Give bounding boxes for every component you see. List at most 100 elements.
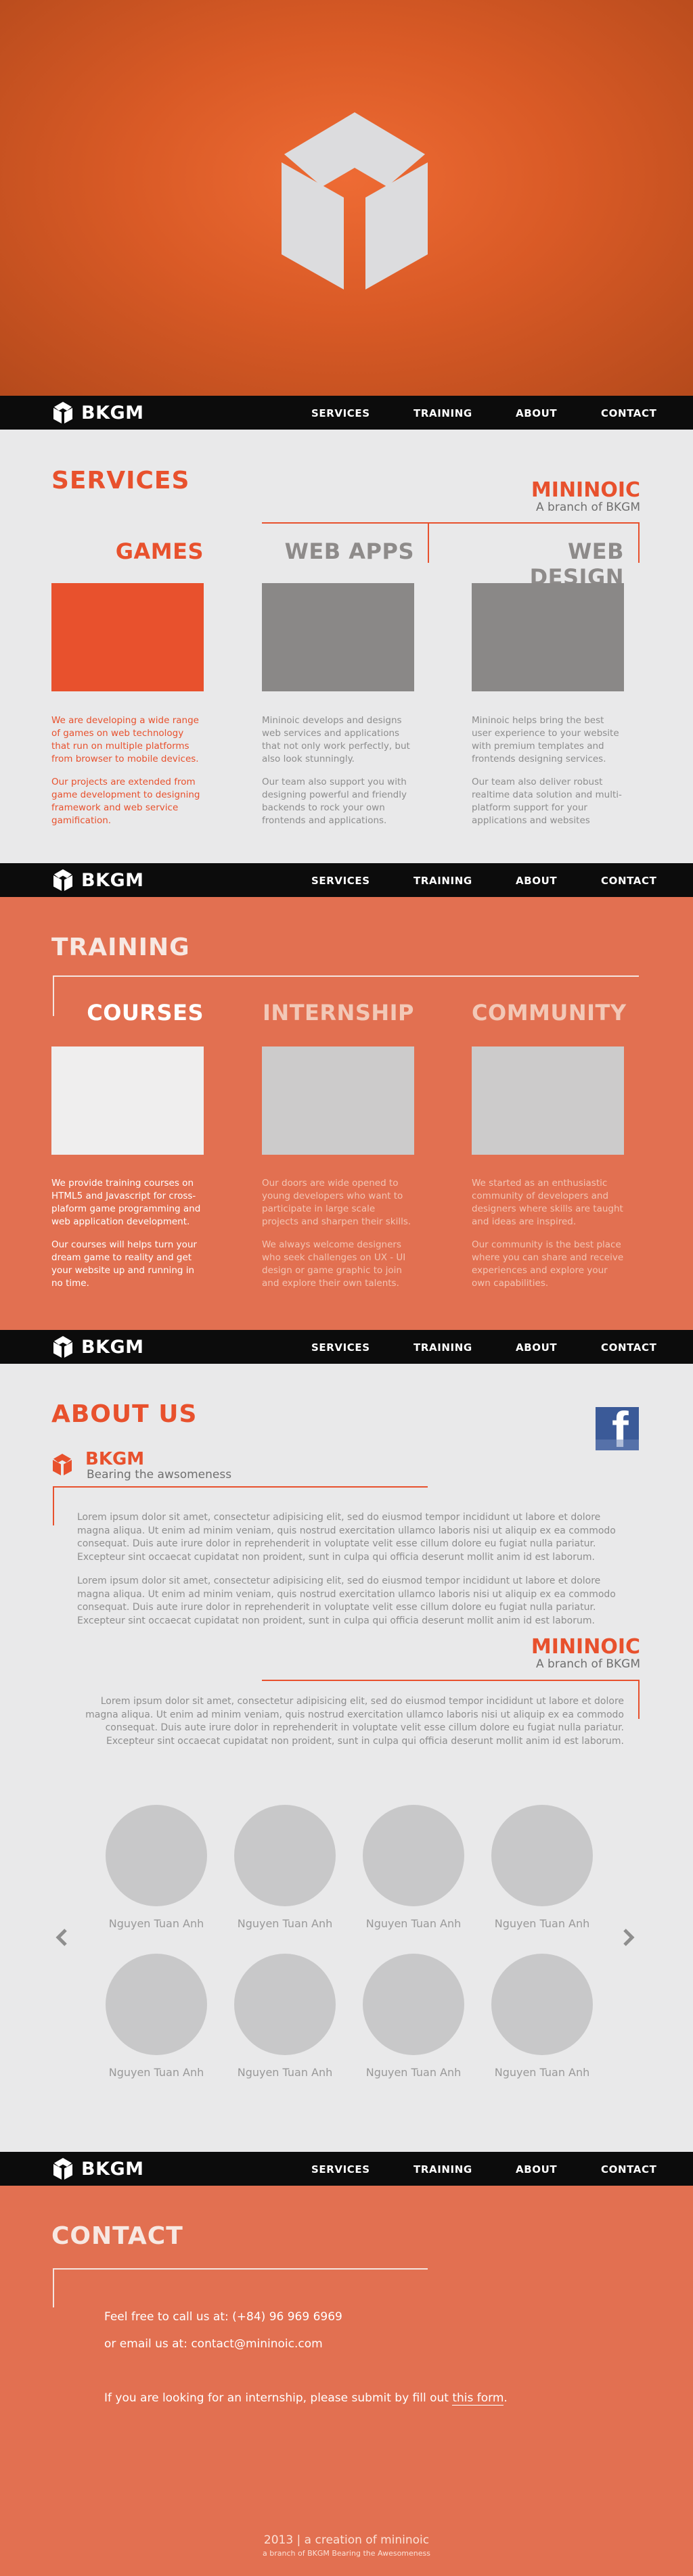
nav-about[interactable]: ABOUT	[516, 2163, 557, 2176]
divider-line	[428, 522, 429, 563]
section-title: TRAINING	[51, 934, 190, 961]
paragraph: We started as an enthusiastic community …	[472, 1178, 623, 1227]
web-design-image-placeholder	[472, 583, 624, 691]
web-apps-image-placeholder	[262, 583, 414, 691]
org-name: MININOIC	[531, 478, 640, 502]
carousel-prev-arrow-icon[interactable]	[53, 1928, 72, 1947]
internship-description: Our doors are wide opened to young devel…	[262, 1177, 414, 1300]
nav-training[interactable]: TRAINING	[413, 1341, 472, 1354]
divider-line	[262, 522, 640, 524]
nav-contact[interactable]: CONTACT	[601, 875, 656, 887]
member-name: Nguyen Tuan Anh	[237, 2066, 333, 2079]
member-avatar[interactable]	[363, 1954, 464, 2055]
divider-line	[53, 2268, 428, 2270]
member-avatar[interactable]	[234, 1805, 336, 1906]
games-image-placeholder	[51, 583, 204, 691]
member-avatar[interactable]	[491, 1805, 593, 1906]
brand-name: BKGM	[81, 2158, 144, 2180]
brand-logo[interactable]: BKGM	[53, 869, 144, 891]
column-title-web-design: WEB DESIGN	[529, 538, 624, 590]
column-title-community: COMMUNITY	[472, 1000, 627, 1026]
bkgm-tagline: Bearing the awsomeness	[87, 1468, 232, 1481]
member-avatar[interactable]	[106, 1954, 207, 2055]
footer-credit: 2013 | a creation of mininoic	[263, 2533, 430, 2547]
navbar: BKGM SERVICES TRAINING ABOUT CONTACT	[0, 396, 693, 430]
nav-about[interactable]: ABOUT	[516, 1341, 557, 1354]
courses-description: We provide training courses on HTML5 and…	[51, 1177, 204, 1300]
web-design-description: Mininoic helps bring the best user exper…	[472, 714, 624, 837]
divider-line	[53, 1486, 54, 1525]
training-section: TRAINING COURSES INTERNSHIP COMMUNITY We…	[0, 897, 693, 1330]
nav-services[interactable]: SERVICES	[311, 1341, 370, 1354]
brand-logo[interactable]: BKGM	[53, 2158, 144, 2180]
brand-logo[interactable]: BKGM	[53, 1336, 144, 1358]
member-name: Nguyen Tuan Anh	[108, 1917, 204, 1930]
divider-line	[262, 1680, 640, 1681]
internship-prefix: If you are looking for an internship, pl…	[104, 2391, 453, 2405]
nav-training[interactable]: TRAINING	[413, 407, 472, 419]
paragraph: Our community is the best place where yo…	[472, 1239, 624, 1289]
mininoic-org: MININOIC A branch of BKGM	[531, 1637, 640, 1672]
member-avatar[interactable]	[491, 1954, 593, 2055]
internship-line: If you are looking for an internship, pl…	[104, 2391, 508, 2406]
internship-suffix: .	[504, 2391, 508, 2405]
cube-icon	[53, 2158, 72, 2180]
org-tagline: A branch of BKGM	[536, 501, 640, 514]
nav-services[interactable]: SERVICES	[311, 407, 370, 419]
games-description: We are developing a wide range of games …	[51, 714, 204, 837]
web-apps-description: Mininoic develops and designs web servic…	[262, 714, 414, 837]
member-name: Nguyen Tuan Anh	[237, 1917, 333, 1930]
internship-image-placeholder	[262, 1046, 414, 1155]
member-name: Nguyen Tuan Anh	[494, 2066, 590, 2079]
divider-line	[53, 1486, 428, 1488]
mininoic-paragraph: Lorem ipsum dolor sit amet, consectetur …	[85, 1696, 624, 1747]
navbar: BKGM SERVICES TRAINING ABOUT CONTACT	[0, 863, 693, 897]
column-title-web-apps: WEB APPS	[284, 538, 414, 564]
column-title-games: GAMES	[115, 538, 204, 564]
paragraph: Mininoic helps bring the best user exper…	[472, 715, 619, 764]
member-avatar[interactable]	[234, 1954, 336, 2055]
section-title: ABOUT US	[51, 1400, 198, 1428]
cube-icon	[53, 1454, 72, 1475]
nav-services[interactable]: SERVICES	[311, 2163, 370, 2176]
nav-services[interactable]: SERVICES	[311, 875, 370, 887]
cube-icon	[53, 402, 72, 423]
paragraph: Our team also support you with designing…	[262, 777, 407, 826]
footer-tagline: a branch of BKGM Bearing the Awesomeness	[263, 2549, 430, 2558]
member-name: Nguyen Tuan Anh	[365, 2066, 462, 2079]
nav-about[interactable]: ABOUT	[516, 407, 557, 419]
divider-line	[638, 522, 640, 563]
email-line[interactable]: or email us at: contact@mininoic.com	[104, 2337, 323, 2351]
services-section: SERVICES MININOIC A branch of BKGM GAMES…	[0, 430, 693, 863]
section-title: CONTACT	[51, 2222, 183, 2250]
bkgm-cube-logo	[282, 112, 428, 290]
column-title-internship: INTERNSHIP	[263, 1000, 414, 1026]
nav-training[interactable]: TRAINING	[413, 875, 472, 887]
nav-training[interactable]: TRAINING	[413, 2163, 472, 2176]
carousel-next-arrow-icon[interactable]	[619, 1928, 638, 1947]
nav-contact[interactable]: CONTACT	[601, 407, 656, 419]
column-title-courses: COURSES	[87, 1000, 204, 1026]
brand-name: BKGM	[81, 402, 144, 423]
nav-contact[interactable]: CONTACT	[601, 1341, 656, 1354]
about-paragraph: Lorem ipsum dolor sit amet, consectetur …	[77, 1576, 616, 1626]
brand-name: BKGM	[81, 1336, 144, 1358]
member-avatar[interactable]	[106, 1805, 207, 1906]
facebook-icon[interactable]: f	[596, 1407, 639, 1450]
about-paragraph: Lorem ipsum dolor sit amet, consectetur …	[77, 1512, 616, 1563]
facebook-icon-band	[596, 1440, 639, 1450]
member-name: Nguyen Tuan Anh	[494, 1917, 590, 1930]
brand-logo[interactable]: BKGM	[53, 402, 144, 423]
member-name: Nguyen Tuan Anh	[365, 1917, 462, 1930]
org-tagline: A branch of BKGM	[536, 1657, 640, 1671]
internship-form-link[interactable]: this form	[452, 2391, 504, 2406]
paragraph: We provide training courses on HTML5 and…	[51, 1178, 201, 1227]
nav-contact[interactable]: CONTACT	[601, 2163, 656, 2176]
divider-line	[638, 1680, 640, 1719]
bkgm-name: BKGM	[85, 1449, 145, 1469]
member-avatar[interactable]	[363, 1805, 464, 1906]
cube-icon	[53, 1336, 72, 1358]
paragraph: Mininoic develops and designs web servic…	[262, 715, 410, 764]
navbar: BKGM SERVICES TRAINING ABOUT CONTACT	[0, 1330, 693, 1364]
nav-about[interactable]: ABOUT	[516, 875, 557, 887]
